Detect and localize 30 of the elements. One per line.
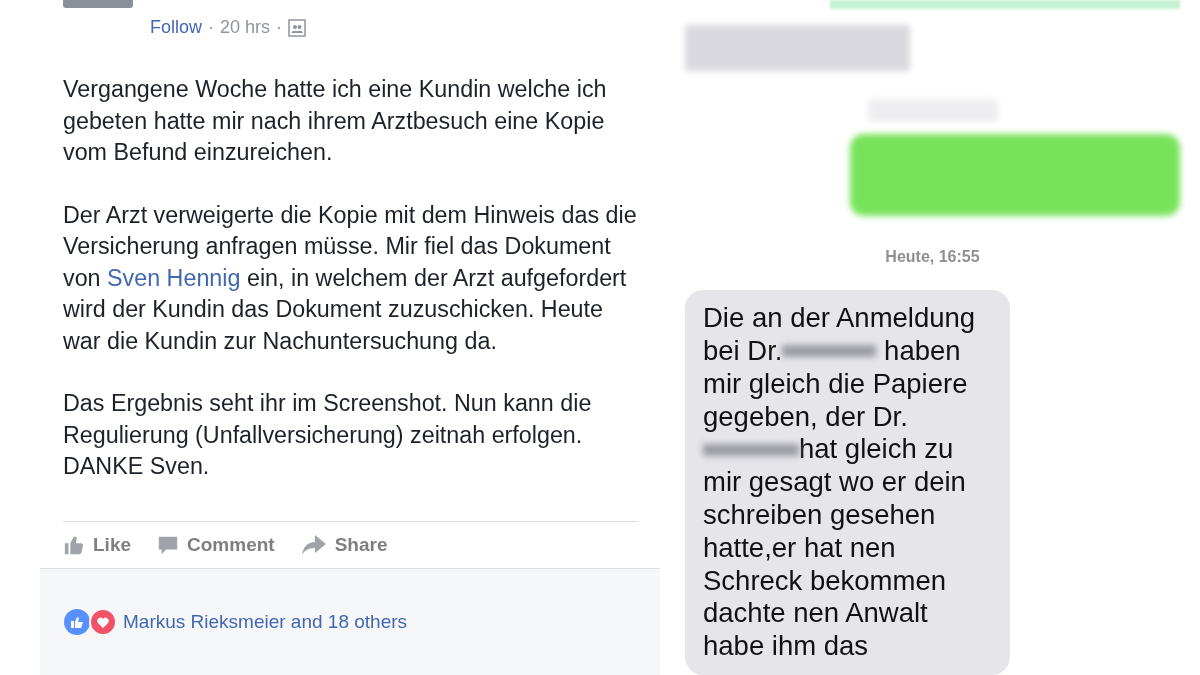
name-link[interactable]: Sven Hennig — [107, 264, 241, 291]
avatar-photo-placeholder — [63, 0, 133, 8]
audience-icon[interactable] — [288, 18, 307, 37]
like-reaction-icon — [63, 607, 91, 636]
share-arrow-icon — [300, 533, 327, 556]
message-text: schreiben gesehen — [703, 499, 936, 532]
heart-reaction-icon — [89, 607, 117, 636]
share-button[interactable]: Share — [300, 533, 388, 556]
message-text: Die an der Anmeldung — [703, 302, 976, 336]
like-button[interactable]: Like — [63, 533, 132, 556]
message-text: haben — [883, 335, 961, 368]
message-text: Schreck bekommen — [703, 564, 946, 598]
message-text: mir gleich die Papiere — [703, 367, 968, 401]
message-text: habe ihm das — [703, 630, 869, 663]
message-text: mir gesagt wo er dein — [703, 466, 966, 499]
message-text: dachte nen Anwalt — [703, 597, 928, 631]
message-text: hatte,er hat nen — [703, 531, 896, 565]
reactions-link[interactable]: Markus Rieksmeier and 18 others — [123, 610, 408, 633]
separator-dot: · — [208, 17, 214, 38]
message-text: bei Dr. — [703, 335, 783, 368]
comment-button[interactable]: Comment — [157, 533, 275, 556]
message-text: gegeben, der Dr. — [703, 400, 908, 434]
follow-link[interactable]: Follow — [150, 17, 202, 38]
separator-dot: · — [276, 17, 283, 38]
chat-timestamp: Heute, 16:55 — [885, 248, 980, 267]
post-paragraph: Der Arzt verweigerte die Kopie mit dem Hinweis das die Versicherung anfragen müsse. Mir fiel das Dokument von Sven Hennig ein, in welchem der Arzt aufgefordert wird der Kundin das Dokument zuzuschicken. Heute war die Kundin zur Nachuntersuchung da. — [63, 200, 638, 356]
message-text: hat gleich zu — [799, 433, 954, 467]
post-paragraph: Das Ergebnis seht ihr im Screenshot. Nun kann die Regulierung (Unfallversicherung) zeitnah erfolgen. DANKE Sven. — [63, 389, 593, 481]
post-paragraph: Vergangene Woche hatte ich eine Kundin welche ich gebeten hatte mir nach ihrem Arztbesuch eine Kopie vom Befund einzureichen. — [63, 75, 608, 167]
post-time[interactable]: 20 hrs — [220, 17, 271, 38]
